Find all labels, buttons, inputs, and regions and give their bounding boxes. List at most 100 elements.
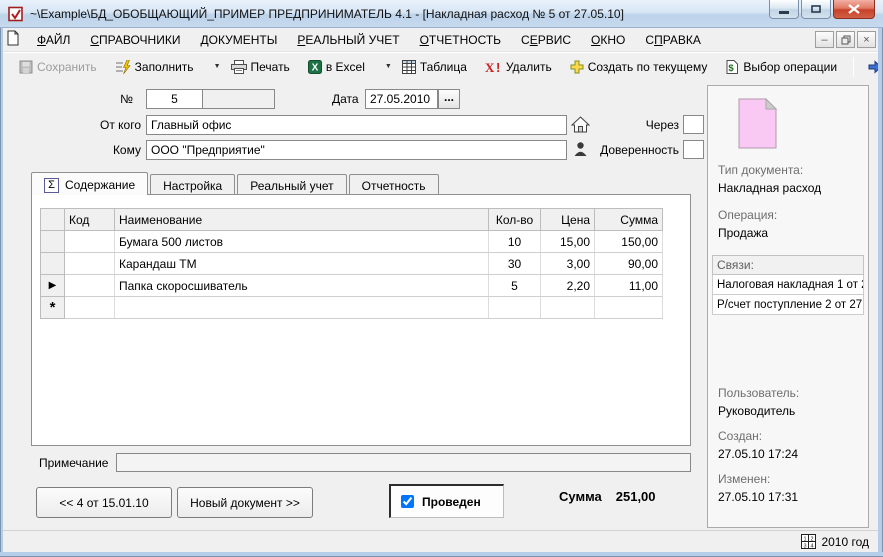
year-selector[interactable]: 1234 2010 год [801,534,869,549]
toolbar-button-label: Выбор операции [743,60,837,74]
dropdown-arrow-icon[interactable]: ▼ [385,63,392,70]
minimize-button[interactable] [769,0,799,19]
mdi-restore-button[interactable] [836,31,855,48]
toolbar-button-label: Печать [251,60,290,74]
row-selector[interactable] [41,231,65,253]
date-picker-button[interactable]: ... [438,89,460,109]
svg-text:X: X [311,62,318,73]
cell-price[interactable]: 15,00 [541,231,595,253]
tab-label: Содержание [65,178,135,192]
save-button[interactable]: Сохранить [13,57,103,77]
svg-text:!: ! [496,60,500,74]
table-row: Бумага 500 листов1015,00150,00 [41,231,663,253]
menu-item-1[interactable]: ФАЙЛ [27,30,80,50]
svg-text:2: 2 [811,537,814,543]
restore-button[interactable] [801,0,831,19]
fill-button[interactable]: Заполнить [109,57,200,77]
note-input[interactable] [116,453,691,472]
cell-sum[interactable]: 150,00 [595,231,663,253]
cell-qty[interactable]: 5 [489,275,541,297]
cell-code[interactable] [65,297,115,319]
plus-icon [570,60,584,74]
cell-price[interactable]: 2,20 [541,275,595,297]
tab-2[interactable]: Настройка [150,174,235,195]
menu-item-2[interactable]: СПРАВОЧНИКИ [80,30,190,50]
proxy-label: Доверенность [587,143,679,157]
posted-checkbox[interactable] [401,495,414,508]
cell-sum[interactable]: 90,00 [595,253,663,275]
to-input[interactable] [146,140,567,160]
row-selector-header [41,209,65,231]
delete-button[interactable]: X!Удалить [479,57,558,77]
menu-item-4[interactable]: РЕАЛЬНЫЙ УЧЕТ [287,30,409,50]
date-input[interactable] [365,89,438,109]
cell-sum[interactable] [595,297,663,319]
cell-name[interactable]: Папка скоросшиватель [115,275,489,297]
mdi-close-button[interactable]: × [857,31,876,48]
menu-item-6[interactable]: СЕРВИС [511,30,581,50]
linked-document-1[interactable]: Налоговая накладная 1 от 27 [712,275,864,295]
from-input[interactable] [146,115,567,135]
cell-code[interactable] [65,275,115,297]
new-document-button[interactable]: Новый документ >> [177,487,313,518]
toolbar-button-label: в Excel [326,60,365,74]
tab-3[interactable]: Реальный учет [237,174,346,195]
cell-code[interactable] [65,231,115,253]
menu-item-5[interactable]: ОТЧЕТНОСТЬ [410,30,511,50]
mdi-minimize-button[interactable]: – [815,31,834,48]
via-input[interactable] [683,115,704,134]
cell-sum[interactable]: 11,00 [595,275,663,297]
cell-price[interactable] [541,297,595,319]
row-selector[interactable] [41,253,65,275]
document-info-panel: Тип документа: Накладная расход Операция… [707,85,869,528]
pink-document-icon [738,98,777,152]
toolbar-button-label: Сохранить [37,60,97,74]
tab-page-content: КодНаименованиеКол-воЦенаСуммаБумага 500… [31,194,691,446]
menu-item-3[interactable]: ДОКУМЕНТЫ [190,30,287,50]
new-row-marker[interactable]: * [41,297,65,319]
column-header[interactable]: Цена [541,209,595,231]
prev-document-button[interactable]: << 4 от 15.01.10 [36,487,172,518]
operation-doc-icon: $ [725,60,739,74]
column-header[interactable]: Наименование [115,209,489,231]
tab-label: Реальный учет [250,179,333,193]
close-button[interactable] [833,0,875,19]
status-bar: 1234 2010 год [2,530,883,552]
menu-item-8[interactable]: СПРАВКА [635,30,711,50]
column-header[interactable]: Код [65,209,115,231]
cell-qty[interactable]: 10 [489,231,541,253]
table-row: Карандаш ТМ303,0090,00 [41,253,663,275]
column-header[interactable]: Сумма [595,209,663,231]
doc-type-label: Тип документа: [718,163,803,177]
operation-label: Операция: [718,208,777,222]
tab-label: Отчетность [362,179,426,193]
cell-price[interactable]: 3,00 [541,253,595,275]
note-label: Примечание [39,456,108,470]
delete-x-icon: X! [485,60,502,74]
menu-item-7[interactable]: ОКНО [581,30,635,50]
tab-4[interactable]: Отчетность [349,174,439,195]
number-input[interactable] [146,89,203,109]
svg-text:1: 1 [804,537,807,543]
to-excel-button[interactable]: Xв Excel [302,57,371,77]
tab-1[interactable]: ΣСодержание [31,172,148,195]
current-row-marker[interactable]: ▶ [41,275,65,297]
cell-name[interactable] [115,297,489,319]
cell-name[interactable]: Карандаш ТМ [115,253,489,275]
choose-operation-button[interactable]: $ Выбор операции [719,57,843,77]
linked-document-2[interactable]: Р/счет поступление 2 от 27.0 [712,295,864,315]
created-value: 27.05.10 17:24 [718,447,798,461]
cell-name[interactable]: Бумага 500 листов [115,231,489,253]
proxy-input[interactable] [683,140,704,159]
table-button[interactable]: Таблица [396,57,473,77]
home-icon[interactable] [569,114,591,134]
column-header[interactable]: Кол-во [489,209,541,231]
user-value: Руководитель [718,404,795,418]
toolbar-button-label: Заполнить [135,60,194,74]
dropdown-arrow-icon[interactable]: ▼ [214,63,221,70]
print-button[interactable]: Печать [225,57,296,77]
cell-code[interactable] [65,253,115,275]
cell-qty[interactable]: 30 [489,253,541,275]
create-by-current-button[interactable]: Создать по текущему [564,57,714,77]
cell-qty[interactable] [489,297,541,319]
